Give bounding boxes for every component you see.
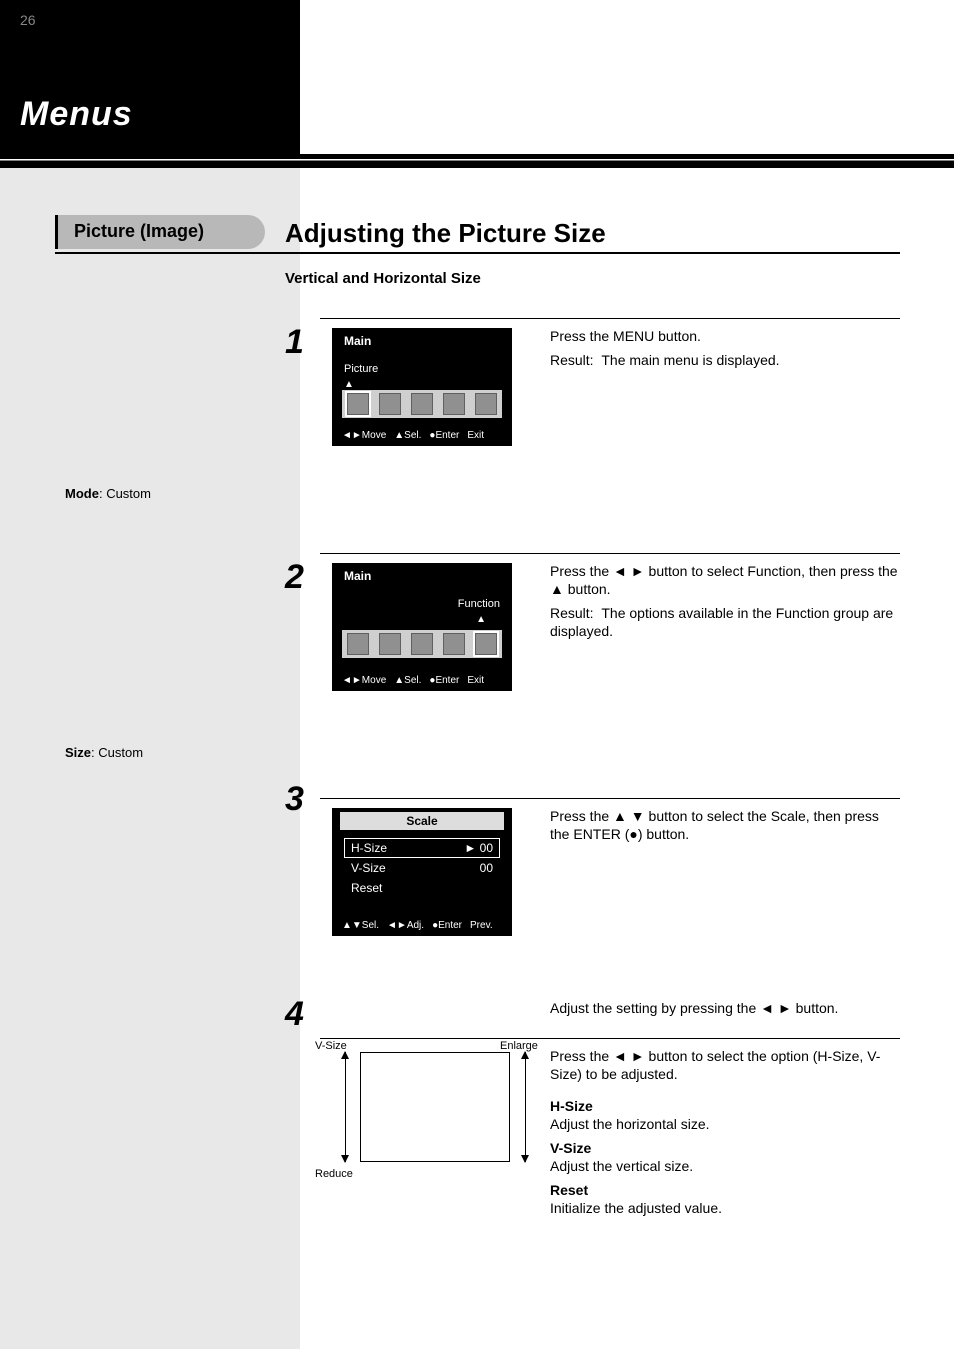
right-arrow [525,1052,526,1162]
osd-item-vsize: V-Size00 [344,858,500,878]
osd-icon-channel [411,633,433,655]
osd-title: Main [344,334,371,348]
osd-icon-strip [342,390,502,418]
left-arrow-top-label: V-Size [315,1040,347,1052]
osd-icon-setup [443,393,465,415]
osd-scale-title: Scale [340,812,504,830]
osd-icon-picture [347,393,369,415]
step-text: Press the ▲ ▼ button to select the Scale… [550,808,900,843]
size-label: Size: Custom [65,745,143,760]
vsize-entry: V-SizeAdjust the vertical size. [550,1140,900,1175]
sidebar-background [0,168,300,1349]
page-heading: Adjusting the Picture Size [285,218,606,249]
osd-icon-setup [443,633,465,655]
osd-scale-list: H-Size► 00 V-Size00 Reset [344,838,500,898]
mode-label: Mode: Custom [65,486,151,501]
step-text: Press the ◄ ► button to select Function,… [550,563,900,598]
step-divider [320,318,900,319]
page-number: 26 [20,12,36,28]
section-pill-label: Picture (Image) [74,221,204,242]
reset-entry: ResetInitialize the adjusted value. [550,1182,900,1217]
osd-scale-menu: Scale H-Size► 00 V-Size00 Reset ▲▼Sel. ◄… [332,808,512,936]
step-number: 4 [285,995,304,1034]
osd-icon-channel [411,393,433,415]
osd-title: Main [344,569,371,583]
osd-bottom-row: ◄►Move ▲Sel. ●Enter Exit [342,675,502,686]
step-number: 1 [285,323,304,362]
hsize-entry: H-SizeAdjust the horizontal size. [550,1098,900,1133]
osd-item-reset: Reset [344,878,500,898]
chapter-title: Menus [20,95,133,134]
osd-icon-sound [379,393,401,415]
osd-icon-sound [379,633,401,655]
header-divider [0,154,954,168]
right-arrow-top-label: Enlarge [500,1040,538,1052]
osd-function-menu: Main Function ▲ ◄►Move ▲Sel. ●Enter Exit [332,563,512,691]
step-number: 3 [285,780,304,819]
cursor-up-icon: ▲ [476,611,486,625]
cursor-up-icon: ▲ [344,376,354,390]
step-divider [320,553,900,554]
osd-function-label: Function [458,598,500,610]
osd-item-hsize: H-Size► 00 [344,838,500,858]
step-text-upper: Adjust the setting by pressing the ◄ ► b… [550,1000,900,1018]
heading-underline [55,252,900,254]
step-text: Press the MENU button. [550,328,900,346]
left-arrow [345,1052,346,1162]
step-result: Result: The main menu is displayed. [550,352,900,370]
step-number: 2 [285,558,304,597]
screen-diagram [360,1052,510,1162]
osd-icon-function [475,393,497,415]
osd-icon-strip [342,630,502,658]
left-arrow-bottom-label: Reduce [315,1168,353,1180]
subheading: Vertical and Horizontal Size [285,270,481,287]
osd-bottom-row: ◄►Move ▲Sel. ●Enter Exit [342,430,502,441]
osd-picture-label: Picture [344,363,378,375]
osd-main-menu: Main Picture ▲ ◄►Move ▲Sel. ●Enter Exit [332,328,512,446]
step-divider [320,798,900,799]
step-text-head: Press the ◄ ► button to select the optio… [550,1048,900,1083]
osd-icon-function [475,633,497,655]
osd-icon-picture [347,633,369,655]
osd-bottom-row: ▲▼Sel. ◄►Adj. ●Enter Prev. [342,920,502,931]
step-result: Result: The options available in the Fun… [550,605,900,640]
step-divider [320,1038,900,1039]
